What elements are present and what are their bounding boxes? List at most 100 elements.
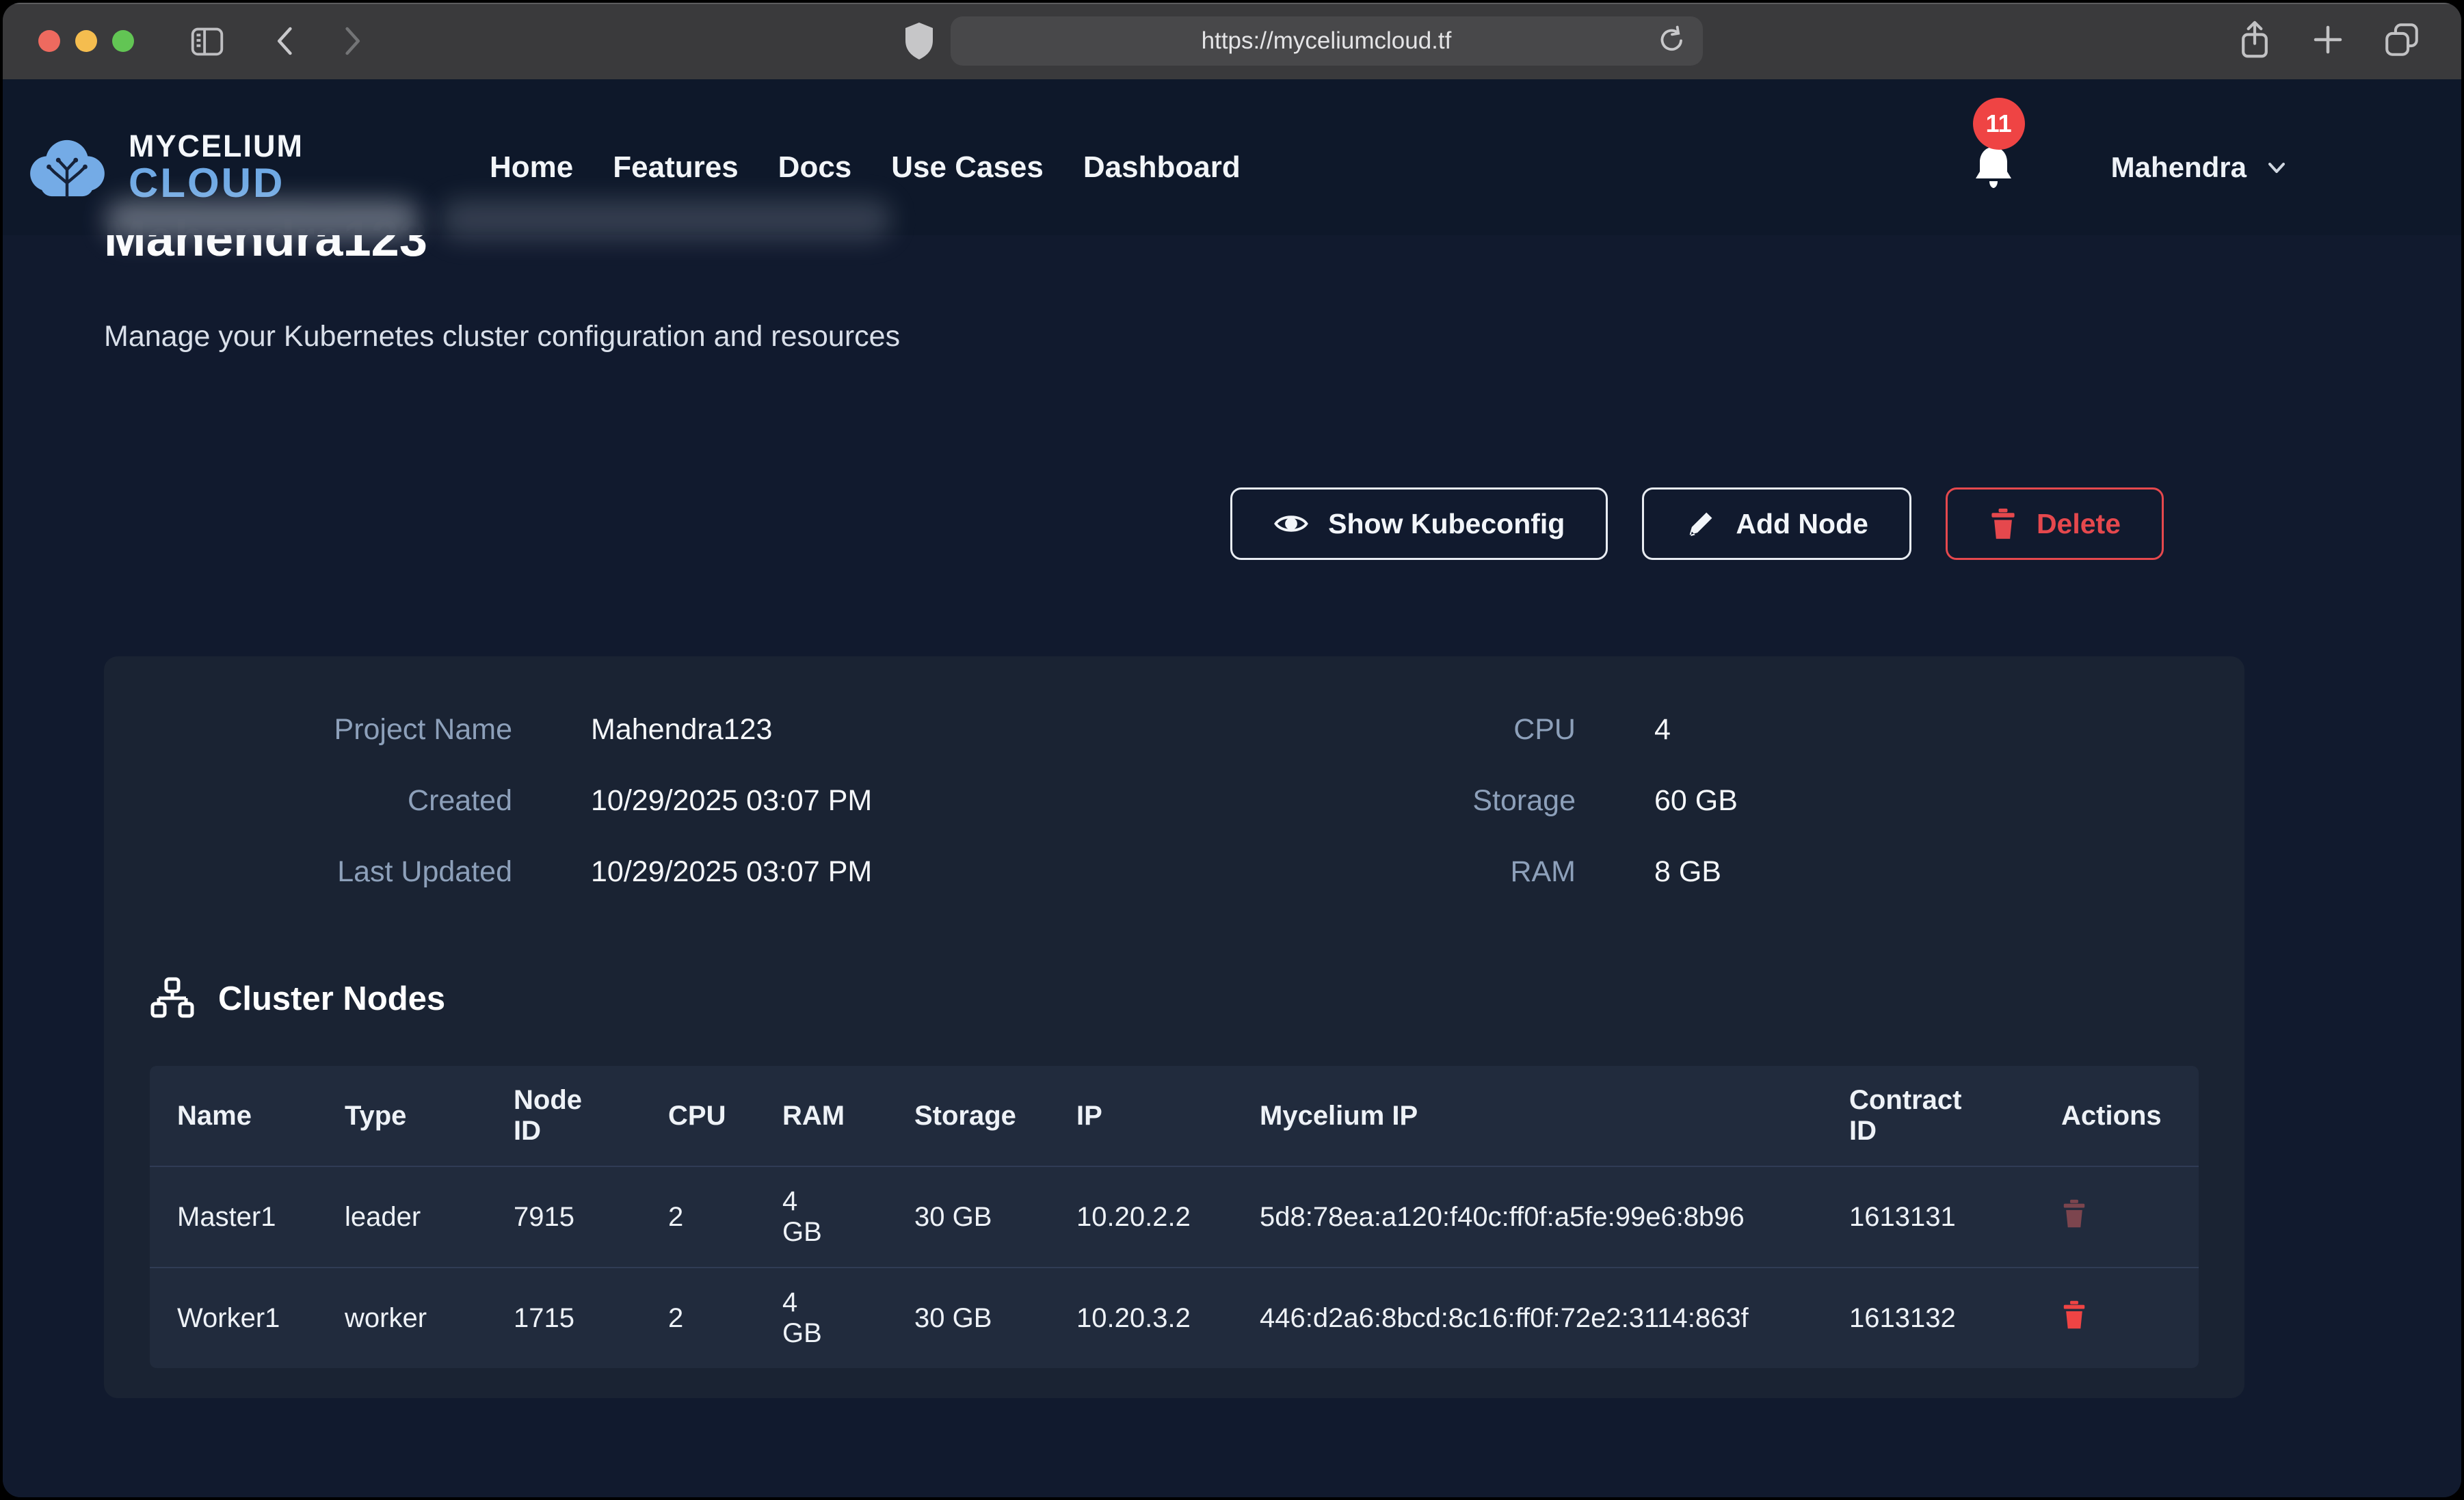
detail-value: 10/29/2025 03:07 PM xyxy=(512,784,1264,818)
delete-cluster-button[interactable]: Delete xyxy=(1946,487,2164,560)
cell-storage: 30 GB xyxy=(887,1166,1049,1268)
new-tab-icon[interactable] xyxy=(2309,21,2346,62)
cell-name: Worker1 xyxy=(150,1268,317,1368)
forward-button-icon[interactable] xyxy=(332,23,369,59)
detail-value: 10/29/2025 03:07 PM xyxy=(512,855,1264,889)
tab-overview-icon[interactable] xyxy=(2382,20,2422,63)
nav-link[interactable]: Home xyxy=(490,150,573,185)
detail-label: Created xyxy=(104,784,512,818)
eye-icon xyxy=(1273,509,1309,539)
cell-mycelium-ip: 5d8:78ea:a120:f40c:ff0f:a5fe:99e6:8b96 xyxy=(1232,1166,1822,1268)
page-content: MYCELIUM CLOUD Home Features Docs Use Ca… xyxy=(3,79,2461,1497)
url-text[interactable]: https://myceliumcloud.tf xyxy=(951,27,1703,55)
nav-link[interactable]: Dashboard xyxy=(1083,150,1241,185)
cell-type: leader xyxy=(317,1166,486,1268)
cell-node-id: 1715 xyxy=(486,1268,641,1368)
cell-mycelium-ip: 446:d2a6:8bcd:8c16:ff0f:72e2:3114:863f xyxy=(1232,1268,1822,1368)
mycelium-cloud-logo[interactable]: MYCELIUM CLOUD xyxy=(23,131,304,204)
trash-icon xyxy=(2061,1300,2087,1330)
detail-row: Project Name Mahendra123 CPU 4 xyxy=(104,694,2244,765)
blur-smudge xyxy=(105,200,420,239)
col-ip: IP xyxy=(1049,1066,1232,1166)
nav-link[interactable]: Use Cases xyxy=(891,150,1044,185)
detail-row: Last Updated 10/29/2025 03:07 PM RAM 8 G… xyxy=(104,836,2244,907)
detail-value: 4 xyxy=(1576,713,2244,747)
detail-value: Mahendra123 xyxy=(512,713,1264,747)
detail-value: 60 GB xyxy=(1576,784,2244,818)
site-navbar: MYCELIUM CLOUD Home Features Docs Use Ca… xyxy=(3,79,2461,235)
cell-actions xyxy=(2034,1166,2199,1268)
back-button-icon[interactable] xyxy=(268,23,305,59)
cell-name: Master1 xyxy=(150,1166,317,1268)
notification-badge: 11 xyxy=(1973,98,2025,150)
user-name: Mahendra xyxy=(2111,151,2247,184)
close-window-button[interactable] xyxy=(38,30,60,52)
detail-label: Last Updated xyxy=(104,855,512,889)
browser-toolbar: https://myceliumcloud.tf xyxy=(3,3,2461,79)
show-kubeconfig-button[interactable]: Show Kubeconfig xyxy=(1230,487,1608,560)
cluster-nodes-heading: Cluster Nodes xyxy=(150,974,2244,1023)
privacy-shield-icon[interactable] xyxy=(903,21,936,61)
col-name: Name xyxy=(150,1066,317,1166)
cell-contract-id: 1613131 xyxy=(1822,1166,2034,1268)
col-node-id: Node ID xyxy=(486,1066,641,1166)
cell-ip: 10.20.2.2 xyxy=(1049,1166,1232,1268)
user-menu[interactable]: Mahendra xyxy=(2111,151,2290,184)
detail-row: Created 10/29/2025 03:07 PM Storage 60 G… xyxy=(104,765,2244,836)
table-header-row: Name Type Node ID CPU RAM Storage IP Myc… xyxy=(150,1066,2199,1166)
detail-label: CPU xyxy=(1264,713,1576,747)
col-mycelium-ip: Mycelium IP xyxy=(1232,1066,1822,1166)
detail-value: 8 GB xyxy=(1576,855,2244,889)
cloud-logo-icon xyxy=(23,135,111,200)
col-contract-id: Contract ID xyxy=(1822,1066,2034,1166)
share-icon[interactable] xyxy=(2236,19,2274,64)
cluster-actions-toolbar: Show Kubeconfig Add Node Delete xyxy=(1230,487,2164,560)
col-storage: Storage xyxy=(887,1066,1049,1166)
blur-smudge xyxy=(440,200,892,239)
add-node-button[interactable]: Add Node xyxy=(1642,487,1911,560)
cell-cpu: 2 xyxy=(641,1166,755,1268)
detail-label: Project Name xyxy=(104,713,512,747)
cluster-details-card: Project Name Mahendra123 CPU 4 Created 1… xyxy=(104,656,2244,1398)
cell-ip: 10.20.3.2 xyxy=(1049,1268,1232,1368)
cell-contract-id: 1613132 xyxy=(1822,1268,2034,1368)
network-nodes-icon xyxy=(150,976,195,1021)
logo-text-bottom: CLOUD xyxy=(129,161,304,204)
sidebar-toggle-icon[interactable] xyxy=(187,21,227,61)
col-ram: RAM xyxy=(755,1066,887,1166)
notifications-button[interactable]: 11 xyxy=(1969,140,2018,196)
page-subtitle: Manage your Kubernetes cluster configura… xyxy=(104,320,900,353)
zoom-window-button[interactable] xyxy=(112,30,134,52)
reload-icon[interactable] xyxy=(1656,24,1688,59)
browser-window: https://myceliumcloud.tf xyxy=(3,3,2461,1497)
detail-label: RAM xyxy=(1264,855,1576,889)
cell-ram: 4 GB xyxy=(755,1166,887,1268)
cell-ram: 4 GB xyxy=(755,1268,887,1368)
pencil-icon xyxy=(1685,508,1717,539)
nav-links: Home Features Docs Use Cases Dashboard xyxy=(490,150,1241,185)
table-row: Worker1 worker 1715 2 4 GB 30 GB 10.20.3… xyxy=(150,1268,2199,1368)
col-cpu: CPU xyxy=(641,1066,755,1166)
chevron-down-icon xyxy=(2263,154,2290,181)
cell-actions xyxy=(2034,1268,2199,1368)
cell-cpu: 2 xyxy=(641,1268,755,1368)
trash-icon xyxy=(2061,1198,2087,1229)
project-details: Project Name Mahendra123 CPU 4 Created 1… xyxy=(104,656,2244,907)
col-type: Type xyxy=(317,1066,486,1166)
table-row: Master1 leader 7915 2 4 GB 30 GB 10.20.2… xyxy=(150,1166,2199,1268)
nav-link[interactable]: Features xyxy=(613,150,738,185)
address-bar[interactable]: https://myceliumcloud.tf xyxy=(951,16,1703,66)
cluster-nodes-table: Name Type Node ID CPU RAM Storage IP Myc… xyxy=(150,1066,2199,1368)
delete-node-button[interactable] xyxy=(2061,1198,2087,1231)
traffic-lights xyxy=(38,30,134,52)
col-actions: Actions xyxy=(2034,1066,2199,1166)
detail-label: Storage xyxy=(1264,784,1576,818)
trash-icon xyxy=(1989,507,2017,540)
minimize-window-button[interactable] xyxy=(75,30,97,52)
cell-type: worker xyxy=(317,1268,486,1368)
logo-text-top: MYCELIUM xyxy=(129,131,304,161)
cell-node-id: 7915 xyxy=(486,1166,641,1268)
nav-link[interactable]: Docs xyxy=(778,150,852,185)
delete-node-button[interactable] xyxy=(2061,1300,2087,1332)
cell-storage: 30 GB xyxy=(887,1268,1049,1368)
